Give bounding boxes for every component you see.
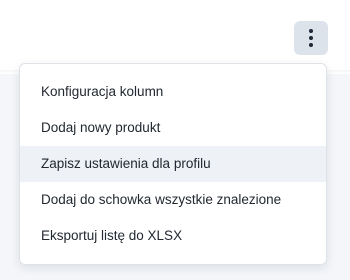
menu-item-add-product[interactable]: Dodaj nowy produkt <box>20 110 326 146</box>
menu-item-export-xlsx[interactable]: Eksportuj listę do XLSX <box>20 218 326 254</box>
menu-item-column-config[interactable]: Konfiguracja kolumn <box>20 74 326 110</box>
menu-item-save-profile-settings[interactable]: Zapisz ustawienia dla profilu <box>20 146 326 182</box>
dropdown-menu: Konfiguracja kolumn Dodaj nowy produkt Z… <box>19 63 327 265</box>
menu-item-add-all-to-clipboard[interactable]: Dodaj do schowka wszystkie znalezione <box>20 182 326 218</box>
kebab-vertical-icon <box>309 29 313 47</box>
more-options-button[interactable] <box>294 21 328 55</box>
